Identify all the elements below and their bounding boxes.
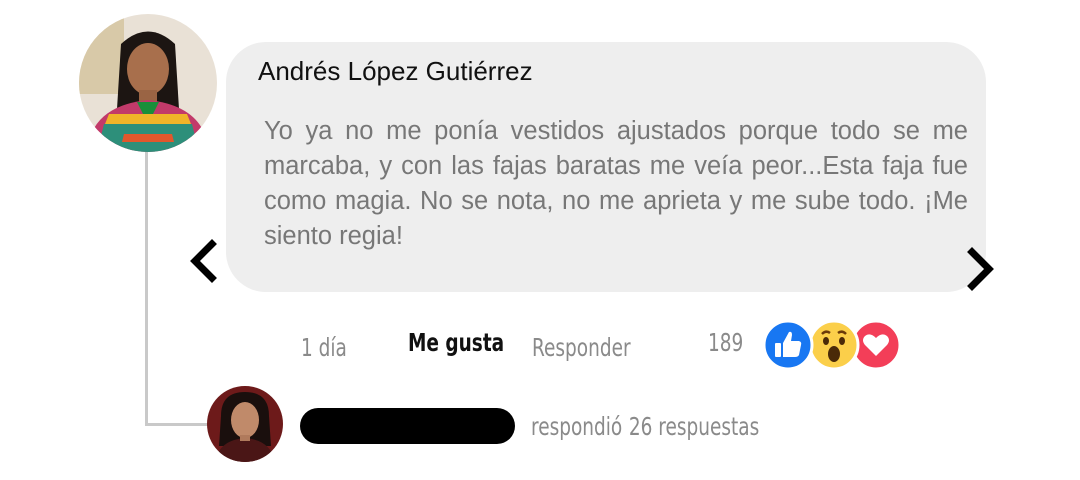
- view-replies-link[interactable]: 26 respuestas: [629, 414, 759, 439]
- author-avatar[interactable]: [79, 14, 217, 152]
- author-photo: [79, 14, 217, 152]
- thread-line-branch: [145, 423, 215, 426]
- redacted-replier-name: [300, 408, 515, 444]
- like-icon[interactable]: [762, 319, 814, 371]
- replier-avatar[interactable]: [207, 386, 283, 462]
- thread-line: [145, 150, 148, 426]
- comment-text: Yo ya no me ponía vestidos ajustados por…: [264, 117, 968, 250]
- reaction-count[interactable]: 189: [708, 330, 743, 355]
- comment-bubble: Andrés López Gutiérrez Yo ya no me ponía…: [226, 42, 986, 292]
- replier-photo: [207, 386, 283, 462]
- previous-arrow-icon[interactable]: [186, 236, 222, 286]
- like-button[interactable]: Me gusta: [408, 330, 504, 355]
- comment-author[interactable]: Andrés López Gutiérrez: [258, 56, 533, 87]
- comment-timestamp: 1 día: [301, 333, 347, 362]
- reply-summary: respondió 26 respuestas: [531, 414, 759, 439]
- reply-button[interactable]: Responder: [532, 335, 631, 360]
- wow-icon[interactable]: [808, 319, 860, 371]
- next-arrow-icon[interactable]: [962, 244, 998, 294]
- reply-action-text: respondió: [531, 412, 623, 441]
